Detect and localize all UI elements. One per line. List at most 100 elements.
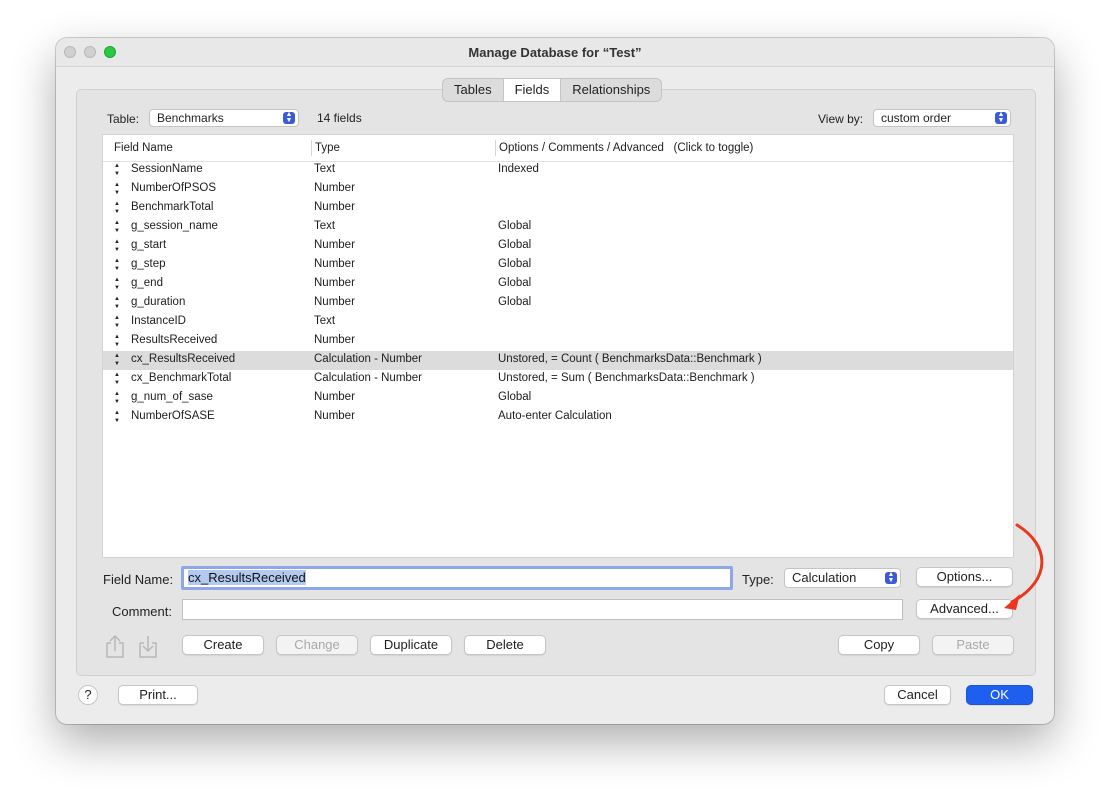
view-by-value: custom order <box>881 111 952 125</box>
field-type-cell: Number <box>314 239 355 251</box>
field-name-input[interactable]: cx_ResultsReceived <box>181 566 733 590</box>
field-name-cell: g_end <box>131 277 163 289</box>
field-row[interactable]: ▲ ▼ g_step Number Global <box>103 256 1013 275</box>
field-name-cell: g_session_name <box>131 220 218 232</box>
field-options-cell: Global <box>498 220 532 232</box>
column-header-type[interactable]: Type <box>315 142 340 154</box>
drag-handle-icon[interactable]: ▲ ▼ <box>114 162 120 178</box>
table-select-value: Benchmarks <box>157 111 224 125</box>
field-row[interactable]: ▲ ▼ NumberOfSASE Number Auto-enter Calculati… <box>103 408 1013 427</box>
field-list[interactable]: Field Name Type Options / Comments / Adv… <box>102 134 1014 558</box>
tab-relationships[interactable]: Relationships <box>561 79 661 101</box>
field-name-cell: InstanceID <box>131 315 186 327</box>
field-options-cell: Global <box>498 277 532 289</box>
column-header-field-name[interactable]: Field Name <box>114 142 173 154</box>
delete-button[interactable]: Delete <box>464 635 546 655</box>
field-name-cell: cx_BenchmarkTotal <box>131 372 232 384</box>
annotation-arrow-icon <box>1004 523 1044 610</box>
field-name-label: Field Name: <box>103 572 174 587</box>
field-options-cell: Auto-enter Calculation <box>498 410 612 422</box>
field-type-cell: Number <box>314 182 355 194</box>
cancel-button[interactable]: Cancel <box>884 685 951 705</box>
ok-button[interactable]: OK <box>966 685 1033 705</box>
field-type-cell: Number <box>314 334 355 346</box>
drag-handle-icon[interactable]: ▲ ▼ <box>114 295 120 311</box>
field-type-cell: Number <box>314 391 355 403</box>
drag-handle-icon[interactable]: ▲ ▼ <box>114 333 120 349</box>
paste-button[interactable]: Paste <box>932 635 1014 655</box>
field-row[interactable]: ▲ ▼ BenchmarkTotal Number <box>103 199 1013 218</box>
drag-handle-icon[interactable]: ▲ ▼ <box>114 409 120 425</box>
comment-input[interactable] <box>182 599 903 620</box>
field-row[interactable]: ▲ ▼ g_start Number Global <box>103 237 1013 256</box>
field-options-cell: Global <box>498 258 532 270</box>
export-icon[interactable] <box>103 634 127 660</box>
popup-chevron-icon: ▲ ▼ <box>885 571 897 584</box>
field-row[interactable]: ▲ ▼ InstanceID Text <box>103 313 1013 332</box>
manage-database-window: Manage Database for “Test” Tables Fields… <box>56 38 1054 724</box>
view-by-select[interactable]: custom order ▲ ▼ <box>873 109 1011 127</box>
field-row[interactable]: ▲ ▼ g_session_name Text Global <box>103 218 1013 237</box>
tab-fields[interactable]: Fields <box>503 79 562 101</box>
field-name-value: cx_ResultsReceived <box>188 570 306 585</box>
column-header-options[interactable]: Options / Comments / Advanced (Click to … <box>499 142 753 154</box>
field-name-cell: g_num_of_sase <box>131 391 213 403</box>
drag-handle-icon[interactable]: ▲ ▼ <box>114 352 120 368</box>
field-name-cell: ResultsReceived <box>131 334 218 346</box>
import-icon[interactable] <box>136 634 160 660</box>
field-name-cell: NumberOfPSOS <box>131 182 216 194</box>
help-button[interactable]: ? <box>78 685 98 705</box>
drag-handle-icon[interactable]: ▲ ▼ <box>114 257 120 273</box>
field-type-cell: Number <box>314 258 355 270</box>
table-select[interactable]: Benchmarks ▲ ▼ <box>149 109 299 127</box>
type-label: Type: <box>742 572 774 587</box>
field-options-cell: Unstored, = Sum ( BenchmarksData::Benchm… <box>498 372 755 384</box>
field-row[interactable]: ▲ ▼ cx_BenchmarkTotal Calculation - Number U… <box>103 370 1013 389</box>
drag-handle-icon[interactable]: ▲ ▼ <box>114 219 120 235</box>
drag-handle-icon[interactable]: ▲ ▼ <box>114 390 120 406</box>
field-type-cell: Text <box>314 163 336 175</box>
tab-bar: Tables Fields Relationships <box>442 78 663 102</box>
drag-handle-icon[interactable]: ▲ ▼ <box>114 200 120 216</box>
view-by-label: View by: <box>818 112 864 126</box>
field-row[interactable]: ▲ ▼ NumberOfPSOS Number <box>103 180 1013 199</box>
drag-handle-icon[interactable]: ▲ ▼ <box>114 238 120 254</box>
field-options-cell: Unstored, = Count ( BenchmarksData::Benc… <box>498 353 762 365</box>
field-type-cell: Text <box>314 315 336 327</box>
title-bar: Manage Database for “Test” <box>56 38 1054 67</box>
drag-handle-icon[interactable]: ▲ ▼ <box>114 181 120 197</box>
field-options-cell: Indexed <box>498 163 539 175</box>
field-type-cell: Number <box>314 410 355 422</box>
field-options-cell: Global <box>498 239 532 251</box>
print-button[interactable]: Print... <box>118 685 198 705</box>
field-row[interactable]: ▲ ▼ cx_ResultsReceived Calculation - Number… <box>103 351 1013 370</box>
field-type-cell: Text <box>314 220 336 232</box>
field-options-cell: Global <box>498 296 532 308</box>
field-type-cell: Calculation - Number <box>314 372 423 384</box>
field-row[interactable]: ▲ ▼ SessionName Text Indexed <box>103 161 1013 180</box>
comment-label: Comment: <box>112 604 172 619</box>
column-divider[interactable] <box>311 140 312 156</box>
tab-tables[interactable]: Tables <box>443 79 504 101</box>
popup-chevron-icon: ▲ ▼ <box>995 111 1007 124</box>
field-name-cell: SessionName <box>131 163 203 175</box>
field-name-cell: g_duration <box>131 296 186 308</box>
drag-handle-icon[interactable]: ▲ ▼ <box>114 314 120 330</box>
field-row[interactable]: ▲ ▼ ResultsReceived Number <box>103 332 1013 351</box>
column-divider[interactable] <box>495 140 496 156</box>
type-select-value: Calculation <box>792 570 857 585</box>
copy-button[interactable]: Copy <box>838 635 920 655</box>
drag-handle-icon[interactable]: ▲ ▼ <box>114 371 120 387</box>
field-name-cell: BenchmarkTotal <box>131 201 214 213</box>
field-type-cell: Number <box>314 296 355 308</box>
field-row[interactable]: ▲ ▼ g_num_of_sase Number Global <box>103 389 1013 408</box>
duplicate-button[interactable]: Duplicate <box>370 635 452 655</box>
change-button[interactable]: Change <box>276 635 358 655</box>
type-select[interactable]: Calculation ▲ ▼ <box>784 568 901 588</box>
field-row[interactable]: ▲ ▼ g_duration Number Global <box>103 294 1013 313</box>
field-row[interactable]: ▲ ▼ g_end Number Global <box>103 275 1013 294</box>
create-button[interactable]: Create <box>182 635 264 655</box>
popup-chevron-icon: ▲ ▼ <box>283 111 295 124</box>
drag-handle-icon[interactable]: ▲ ▼ <box>114 276 120 292</box>
field-type-cell: Number <box>314 201 355 213</box>
